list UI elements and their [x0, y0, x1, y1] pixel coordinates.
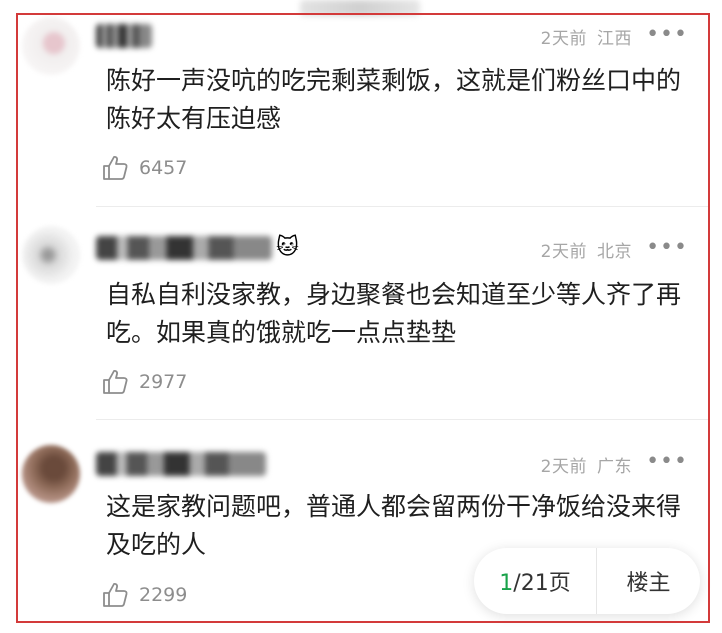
highlight-frame — [16, 13, 710, 623]
